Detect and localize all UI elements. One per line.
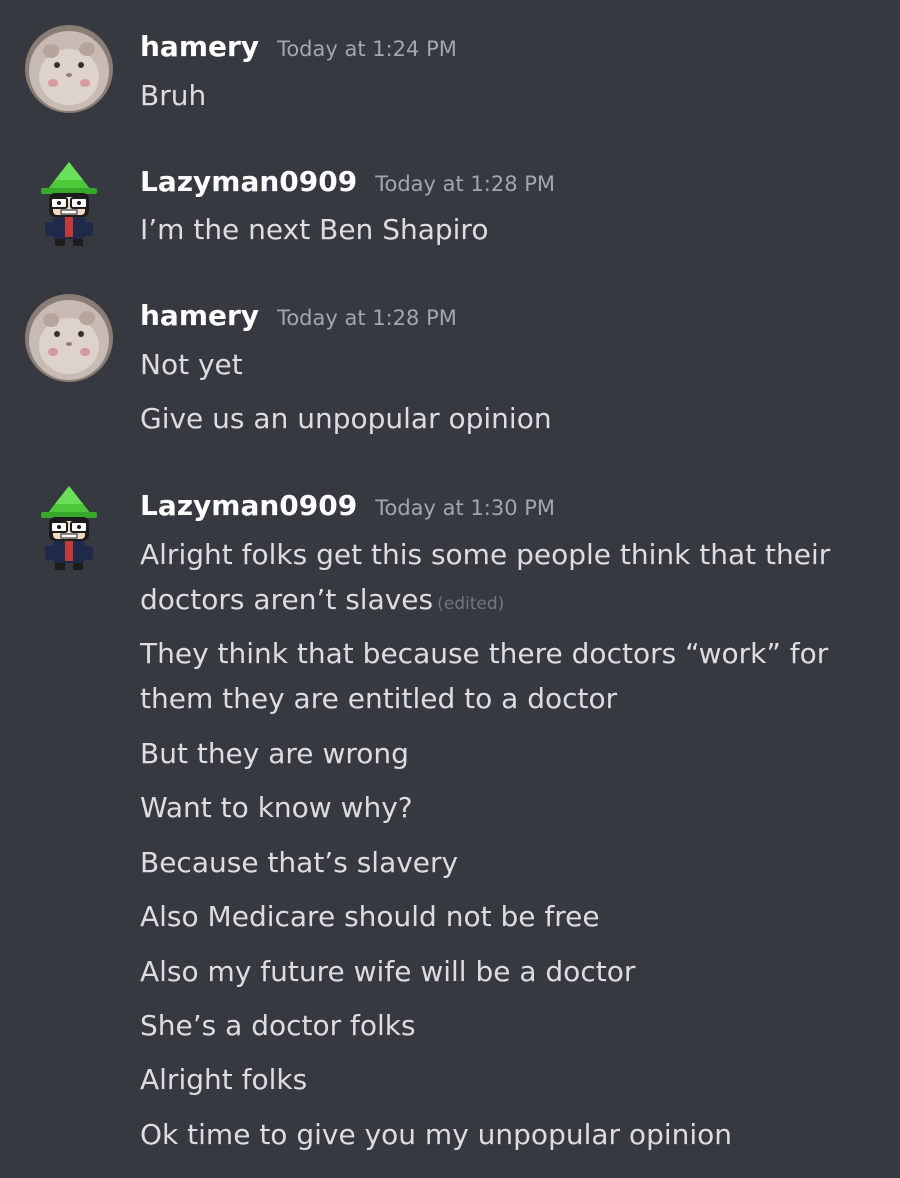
message-text: Because that’s slavery bbox=[140, 846, 459, 879]
edited-label: (edited) bbox=[437, 594, 505, 614]
message-text: She’s a doctor folks bbox=[140, 1009, 416, 1042]
message-text: Ok time to give you my unpopular opinion bbox=[140, 1118, 733, 1151]
message-text: But they are wrong bbox=[140, 737, 409, 770]
chat-messages: hamery Today at 1:24 PM Bruh Lazyman0909… bbox=[0, 0, 900, 1178]
green-hat-avatar[interactable] bbox=[25, 484, 113, 572]
message-text: Want to know why? bbox=[140, 791, 413, 824]
message-text: Also my future wife will be a doctor bbox=[140, 955, 636, 988]
timestamp: Today at 1:28 PM bbox=[375, 172, 556, 196]
timestamp: Today at 1:30 PM bbox=[375, 496, 556, 520]
hamster-avatar[interactable] bbox=[25, 25, 113, 113]
hamster-avatar[interactable] bbox=[25, 294, 113, 382]
green-hat-avatar[interactable] bbox=[25, 160, 113, 248]
message-header: hamery Today at 1:28 PM bbox=[140, 299, 457, 339]
username[interactable]: hamery bbox=[140, 299, 259, 332]
message-text: Also Medicare should not be free bbox=[140, 900, 600, 933]
message-text: I’m the next Ben Shapiro bbox=[140, 213, 489, 246]
message-text: Alright folks get this some people think… bbox=[140, 532, 870, 627]
message-text: Not yet bbox=[140, 348, 243, 381]
message-header: hamery Today at 1:24 PM bbox=[140, 30, 457, 70]
timestamp: Today at 1:28 PM bbox=[277, 306, 457, 330]
username[interactable]: Lazyman0909 bbox=[140, 489, 357, 522]
timestamp: Today at 1:24 PM bbox=[277, 37, 457, 61]
message-text: Alright folks bbox=[140, 1063, 308, 1096]
message-text: They think that because there doctors “w… bbox=[140, 637, 829, 715]
username[interactable]: hamery bbox=[140, 30, 259, 63]
message-text: Give us an unpopular opinion bbox=[140, 402, 552, 435]
username[interactable]: Lazyman0909 bbox=[140, 165, 357, 198]
message-text: Bruh bbox=[140, 79, 207, 112]
message-header: Lazyman0909 Today at 1:28 PM bbox=[140, 165, 555, 205]
message-header: Lazyman0909 Today at 1:30 PM bbox=[140, 489, 555, 529]
